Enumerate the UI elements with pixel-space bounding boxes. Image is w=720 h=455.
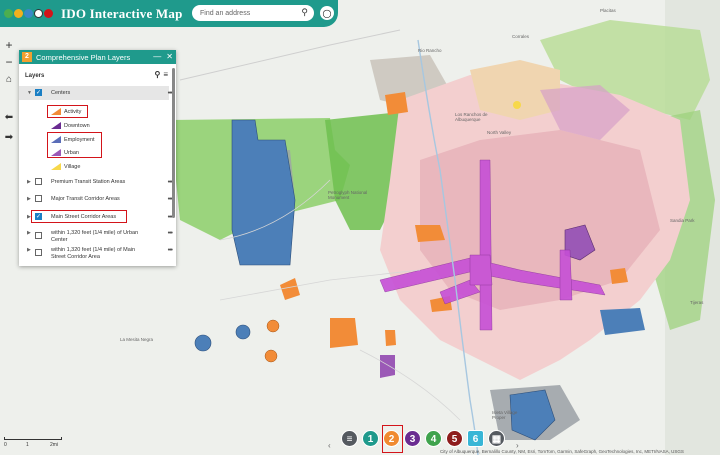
more-options-icon[interactable]: ••• [168,230,173,237]
widget-1-button[interactable]: 1 [362,430,379,447]
layer-checkbox-main-street-buffer[interactable] [35,249,42,256]
highlight-box-widget-2 [382,425,403,453]
panel-badge: 2 [22,52,32,62]
widget-list-button[interactable]: ≡ [341,430,358,447]
panel-header: 2 Comprehensive Plan Layers — ✕ [19,50,176,64]
highlight-box-main-street [31,210,127,223]
layer-checkbox-premium-transit[interactable] [35,178,42,185]
layer-checkbox-urban-center-buffer[interactable] [35,232,42,239]
village-swatch [51,163,61,170]
layers-heading: Layers ⚲ ≡ [25,70,176,83]
legend-item-village: Village [51,163,80,170]
zoom-in-button[interactable]: + [2,38,16,52]
widget-4-button[interactable]: 4 [425,430,442,447]
minimize-icon[interactable]: — [153,50,161,64]
panel-scrollbar[interactable] [172,68,175,218]
widget-6-button[interactable]: 6 [467,430,484,447]
legend-label: Village [64,163,81,170]
map-label-los-ranchos: Los Ranchos de Albuquerque [455,112,488,122]
close-icon[interactable]: ✕ [166,50,173,64]
layer-label-major-transit: Major Transit Corridor Areas [51,196,120,202]
search-icon[interactable]: ⚲ [154,70,160,79]
map-label-sandia-park: Sandia Park [670,218,695,223]
map-label-isleta: Isleta Village Proper [492,410,518,420]
scale-tick-1: 1 [26,442,29,448]
map-attribution: City of Albuquerque, Bernalillo County, … [440,449,684,454]
layer-label-centers: Centers [51,90,71,96]
logo-icon-3 [24,9,33,18]
layer-label-premium-transit: Premium Transit Station Areas [51,179,126,185]
layers-heading-label: Layers [25,73,45,79]
widget-5-button[interactable]: 5 [446,430,463,447]
widget-bar: ≡ 1 2 3 4 5 6 ▦ [341,430,505,450]
map-label-placitas: Placitas [600,8,616,13]
layer-checkbox-major-transit[interactable] [35,195,42,202]
map-label-corrales: Corrales [512,34,530,39]
logo-icon-2 [14,9,23,18]
layer-checkbox-centers[interactable]: ✓ [35,89,42,96]
map-label-la-mesita-negra: La Mesita Negra [120,337,154,342]
expand-caret-icon[interactable]: ▶ [27,230,31,236]
home-icon[interactable]: ⌂ [2,73,16,87]
binoculars-icon[interactable]: ◯ [320,6,334,20]
layer-label-urban-center-buffer: within 1,320 feet (1/4 mile) of Urban Ce… [51,230,139,243]
legend-item-downtown: Downtown [51,122,90,129]
panel-title: Comprehensive Plan Layers [36,52,131,62]
search-placeholder: Find an address [200,9,251,17]
app-header: IDO Interactive Map Find an address ⚲ ◯ [0,0,338,27]
map-label-petroglyph: Petroglyph National Monument [328,190,368,200]
back-arrow-icon[interactable]: ⬅ [2,111,16,125]
expand-caret-icon[interactable]: ▶ [27,196,31,202]
widget-grid-button[interactable]: ▦ [488,430,505,447]
search-icon[interactable]: ⚲ [301,7,308,18]
expand-caret-icon[interactable]: ▶ [27,179,31,185]
map-label-tijeras: Tijeras [690,300,704,305]
zoom-out-button[interactable]: − [2,55,16,69]
highlight-box-activity [47,105,88,118]
prev-arrow-icon[interactable]: ‹ [328,441,331,450]
logo-icon-5 [44,9,53,18]
scale-tick-0: 0 [4,442,7,448]
scale-tick-2: 2mi [50,442,59,448]
search-input[interactable]: Find an address ⚲ [192,5,314,21]
layers-panel: 2 Comprehensive Plan Layers — ✕ Layers ⚲… [19,50,176,266]
collapse-caret-icon[interactable]: ▼ [27,90,32,96]
filter-icon[interactable]: ≡ [163,70,168,79]
logo-icon-4 [34,9,43,18]
map-label-rio-rancho: Rio Rancho [418,48,442,53]
map-label-north-valley: North Valley [487,130,512,135]
app-title: IDO Interactive Map [61,5,183,21]
layer-label-main-street-buffer: within 1,320 feet (1/4 mile) of Main Str… [51,247,136,260]
highlight-box-employment-urban [47,132,102,158]
forward-arrow-icon[interactable]: ➡ [2,131,16,145]
logo-icon-1 [4,9,13,18]
scale-bar [4,437,62,440]
widget-3-button[interactable]: 3 [404,430,421,447]
downtown-swatch [51,122,61,129]
legend-label: Downtown [64,122,90,129]
app-logos [4,9,53,18]
more-options-icon[interactable]: ••• [168,247,173,254]
expand-caret-icon[interactable]: ▶ [27,247,31,253]
